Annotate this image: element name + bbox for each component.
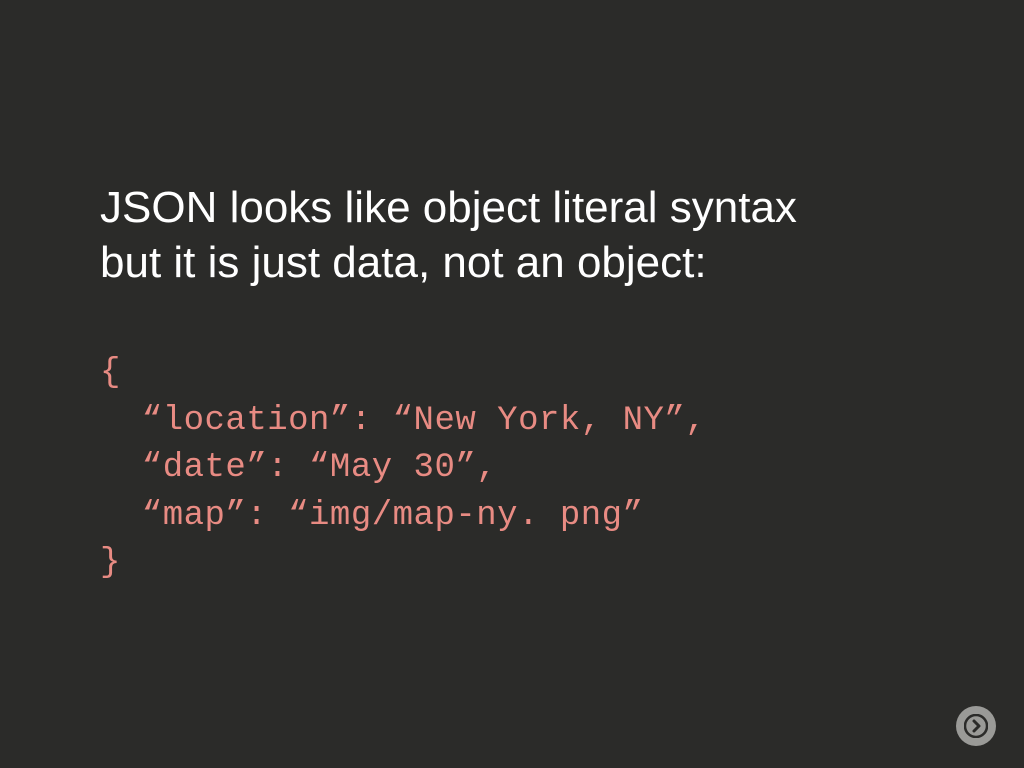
code-close-brace: } bbox=[100, 544, 121, 582]
slide: JSON looks like object literal syntax bu… bbox=[0, 0, 1024, 768]
next-slide-button[interactable] bbox=[956, 706, 996, 746]
heading-line-1: JSON looks like object literal syntax bbox=[100, 183, 797, 232]
code-line-map: “map”: “img/map-ny. png” bbox=[100, 497, 644, 535]
code-line-location: “location”: “New York, NY”, bbox=[100, 402, 706, 440]
slide-heading: JSON looks like object literal syntax bu… bbox=[100, 180, 924, 290]
heading-line-2: but it is just data, not an object: bbox=[100, 238, 707, 287]
code-open-brace: { bbox=[100, 354, 121, 392]
code-line-date: “date”: “May 30”, bbox=[100, 449, 497, 487]
arrow-right-icon bbox=[964, 714, 988, 738]
code-example: { “location”: “New York, NY”, “date”: “M… bbox=[100, 350, 924, 588]
